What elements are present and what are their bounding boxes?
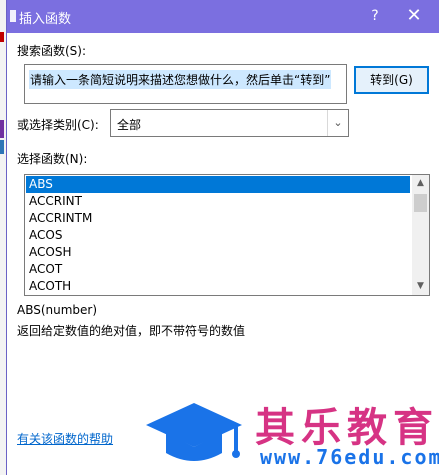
function-list-label: 选择函数(N): [17,152,88,166]
title-bar: 插入函数 ? ✕ [7,0,439,33]
background-red-mark [0,32,4,42]
list-item[interactable]: ACOTH [26,278,410,295]
scroll-down-icon[interactable]: ▼ [412,278,429,295]
function-signature: ABS(number) [17,303,98,317]
category-label: 或选择类别(C): [17,118,99,132]
search-label: 搜索函数(S): [17,44,87,58]
chevron-down-icon[interactable]: ⌄ [327,110,348,136]
app-icon [10,10,16,22]
function-list[interactable]: ABS ACCRINT ACCRINTM ACOS ACOSH ACOT ACO… [24,174,430,296]
search-description-text: 请输入一条简短说明来描述您想做什么，然后单击“转到” [29,70,332,89]
function-help-link[interactable]: 有关该函数的帮助 [17,430,113,447]
background-purple-mark [0,120,4,138]
list-item[interactable]: ACOS [26,227,410,244]
scroll-up-icon[interactable]: ▲ [412,175,429,192]
graduation-cap-icon [146,403,242,461]
category-value: 全部 [117,118,142,132]
list-item[interactable]: ACOSH [26,244,410,261]
category-select[interactable]: 全部 ⌄ [110,109,349,137]
list-item[interactable]: ABS [26,176,410,193]
list-item[interactable]: ACCRINT [26,193,410,210]
watermark-url: www.76edu.com [260,445,439,469]
dialog-title: 插入函数 [19,12,72,27]
close-button[interactable]: ✕ [402,5,426,27]
list-scrollbar[interactable]: ▲ ▼ [412,175,429,295]
background-blue-mark [0,140,4,154]
help-button[interactable]: ? [365,6,385,26]
scroll-thumb[interactable] [414,194,427,212]
goto-button[interactable]: 转到(G) [354,66,429,94]
watermark-logo: 其乐教育 www.76edu.com [140,393,439,475]
function-description: 返回给定数值的绝对值，即不带符号的数值 [17,324,246,338]
list-item[interactable]: ACOT [26,261,410,278]
search-description-input[interactable]: 请输入一条简短说明来描述您想做什么，然后单击“转到” [24,64,347,104]
list-item[interactable]: ACCRINTM [26,210,410,227]
